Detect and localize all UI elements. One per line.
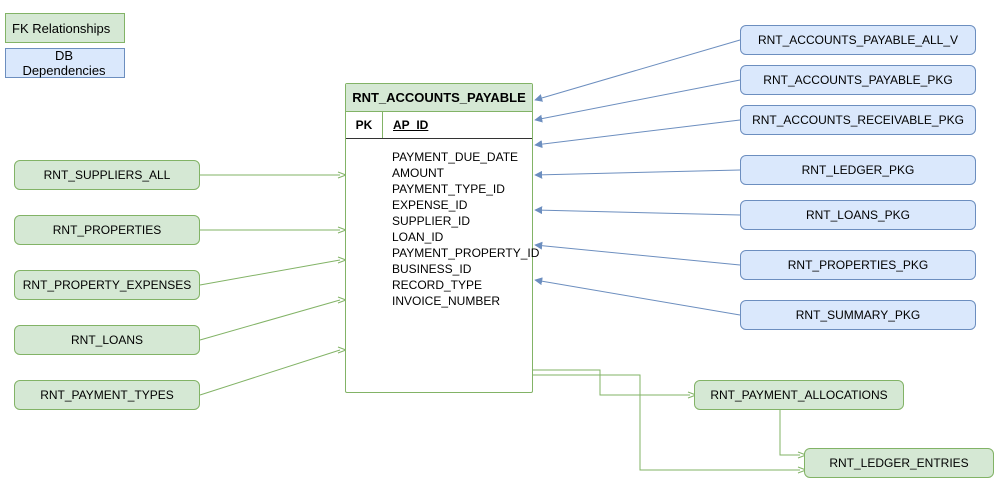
fk-box-properties: RNT_PROPERTIES	[14, 215, 200, 245]
fk-label: RNT_LEDGER_ENTRIES	[829, 456, 968, 470]
db-box-3: RNT_LEDGER_PKG	[740, 155, 976, 185]
db-label: RNT_ACCOUNTS_PAYABLE_PKG	[763, 73, 952, 87]
fk-box-payment-types: RNT_PAYMENT_TYPES	[14, 380, 200, 410]
entity-pk-label: PK	[346, 112, 383, 138]
fk-label: RNT_PROPERTY_EXPENSES	[23, 278, 192, 292]
db-box-1: RNT_ACCOUNTS_PAYABLE_PKG	[740, 65, 976, 95]
db-label: RNT_LEDGER_PKG	[802, 163, 915, 177]
fk-box-ledger-entries: RNT_LEDGER_ENTRIES	[804, 448, 994, 478]
fk-box-property-expenses: RNT_PROPERTY_EXPENSES	[14, 270, 200, 300]
db-label: RNT_PROPERTIES_PKG	[788, 258, 928, 272]
entity-table: RNT_ACCOUNTS_PAYABLE PK AP_ID PAYMENT_DU…	[345, 83, 533, 393]
entity-columns: PAYMENT_DUE_DATE AMOUNT PAYMENT_TYPE_ID …	[346, 139, 532, 319]
db-box-5: RNT_PROPERTIES_PKG	[740, 250, 976, 280]
db-label: RNT_ACCOUNTS_RECEIVABLE_PKG	[752, 113, 964, 127]
db-box-2: RNT_ACCOUNTS_RECEIVABLE_PKG	[740, 105, 976, 135]
fk-label: RNT_LOANS	[71, 333, 143, 347]
legend-db-label: DB Dependencies	[12, 48, 116, 78]
fk-label: RNT_PAYMENT_ALLOCATIONS	[710, 388, 887, 402]
fk-label: RNT_PROPERTIES	[53, 223, 161, 237]
legend-fk: FK Relationships	[5, 13, 125, 43]
db-box-6: RNT_SUMMARY_PKG	[740, 300, 976, 330]
fk-box-suppliers: RNT_SUPPLIERS_ALL	[14, 160, 200, 190]
db-box-0: RNT_ACCOUNTS_PAYABLE_ALL_V	[740, 25, 976, 55]
legend-db: DB Dependencies	[5, 48, 125, 78]
fk-label: RNT_SUPPLIERS_ALL	[44, 168, 171, 182]
entity-pk-row: PK AP_ID	[346, 112, 532, 139]
db-label: RNT_LOANS_PKG	[806, 208, 910, 222]
entity-title: RNT_ACCOUNTS_PAYABLE	[346, 84, 532, 112]
fk-box-loans: RNT_LOANS	[14, 325, 200, 355]
db-label: RNT_SUMMARY_PKG	[796, 308, 920, 322]
db-label: RNT_ACCOUNTS_PAYABLE_ALL_V	[758, 33, 958, 47]
db-box-4: RNT_LOANS_PKG	[740, 200, 976, 230]
fk-box-payment-allocations: RNT_PAYMENT_ALLOCATIONS	[694, 380, 904, 410]
legend-fk-label: FK Relationships	[12, 21, 110, 36]
entity-pk-field: AP_ID	[383, 112, 532, 138]
fk-label: RNT_PAYMENT_TYPES	[40, 388, 174, 402]
